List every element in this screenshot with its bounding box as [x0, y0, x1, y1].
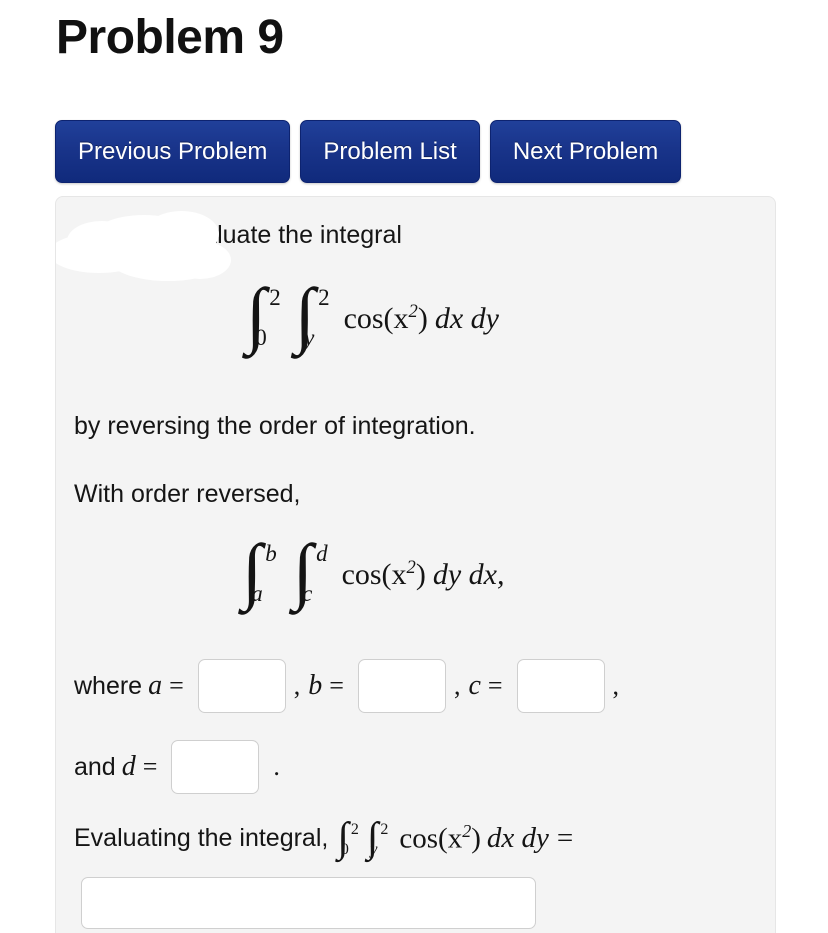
prompt-line: Evaluate the integral — [174, 221, 402, 249]
integral-sign-icon: ∫ — [242, 530, 263, 613]
problem-navigation-bar: Previous Problem Problem List Next Probl… — [55, 120, 682, 183]
integrand-exponent: 2 — [406, 556, 416, 578]
comma-after-a: , — [293, 671, 301, 700]
equals-a: = — [169, 671, 184, 700]
integral-sign-icon: ∫ — [246, 274, 267, 357]
answer-input-b[interactable] — [357, 659, 446, 713]
comma-after-b: , — [453, 671, 461, 700]
equals-d: = — [142, 752, 158, 781]
integrand-close: ) — [417, 301, 428, 335]
eval-integrand: cos(x2) dx dy = — [399, 821, 573, 856]
answer-input-c[interactable] — [516, 659, 605, 713]
eval-inner-upper-limit: 2 — [380, 821, 389, 838]
integral-sign-icon: ∫ — [294, 274, 316, 357]
symbol-a: a — [148, 670, 163, 701]
symbol-d: d — [121, 751, 136, 782]
previous-problem-button[interactable]: Previous Problem — [55, 120, 291, 183]
integral-sign-icon: ∫ — [292, 530, 314, 613]
eval-inner-integral: ∫ 2 y — [366, 815, 389, 862]
outer-integral-reversed: ∫ b a — [242, 530, 277, 613]
equals-b: = — [329, 671, 344, 700]
page-title: Problem 9 — [56, 11, 284, 64]
and-label: and — [74, 752, 116, 781]
reversed-double-integral: ∫ b a ∫ d c cos(x2) dy dx, — [242, 530, 505, 613]
integrand-exponent: 2 — [408, 300, 418, 322]
inner-upper-limit: 2 — [318, 285, 330, 310]
eval-integrand-close: ) — [471, 822, 481, 855]
inner-integral-original: ∫ 2 y — [294, 274, 330, 357]
vertical-scrollbar-track[interactable] — [813, 0, 828, 933]
inner-integral-reversed: ∫ d c — [292, 530, 328, 613]
where-label: where — [74, 671, 143, 700]
integrand-close: ) — [415, 557, 426, 591]
problem-page: Problem 9 Previous Problem Problem List … — [0, 0, 828, 933]
differentials: dy dx, — [432, 557, 505, 591]
symbol-b: b — [308, 670, 323, 701]
eval-outer-upper-limit: 2 — [350, 821, 359, 838]
outer-upper-limit: b — [265, 541, 277, 566]
eval-differentials: dx dy — [486, 822, 549, 855]
integrand-reversed: cos(x2) dy dx, — [342, 557, 505, 592]
eval-outer-integral: ∫ 2 0 — [337, 815, 359, 862]
inner-upper-limit: d — [316, 541, 328, 566]
period-after-d: . — [273, 752, 280, 781]
problem-content-panel: Evaluate the integral ∫ 2 0 ∫ 2 y cos(x2… — [55, 196, 776, 933]
outer-upper-limit: 2 — [269, 285, 281, 310]
original-double-integral: ∫ 2 0 ∫ 2 y cos(x2) dx dy — [246, 274, 499, 357]
abc-answer-row: where a = , b = , c = , — [74, 659, 621, 713]
eval-equals: = — [556, 822, 574, 855]
instruction-line: by reversing the order of integration. — [74, 412, 476, 440]
integral-sign-icon: ∫ — [337, 815, 349, 862]
differentials: dx dy — [434, 301, 499, 335]
evaluating-line: Evaluating the integral, ∫ 2 0 ∫ 2 y cos… — [74, 815, 573, 862]
equals-c: = — [487, 671, 503, 700]
eval-integrand-body: cos(x — [399, 822, 463, 855]
answer-input-result[interactable] — [81, 877, 536, 929]
integrand-original: cos(x2) dx dy — [344, 301, 499, 336]
integrand-body: cos(x — [343, 301, 409, 335]
comma-after-c: , — [612, 671, 620, 700]
answer-input-d[interactable] — [171, 740, 260, 794]
d-answer-row: and d = . — [74, 740, 280, 794]
answer-input-a[interactable] — [197, 659, 286, 713]
reversed-label: With order reversed, — [74, 480, 301, 508]
evaluating-label: Evaluating the integral, — [74, 823, 329, 852]
outer-integral-original: ∫ 2 0 — [246, 274, 281, 357]
problem-list-button[interactable]: Problem List — [300, 120, 480, 183]
next-problem-button[interactable]: Next Problem — [489, 120, 682, 183]
integral-sign-icon: ∫ — [366, 815, 379, 862]
eval-integrand-exponent: 2 — [462, 820, 472, 841]
symbol-c: c — [468, 670, 481, 701]
integrand-body: cos(x — [341, 557, 407, 591]
